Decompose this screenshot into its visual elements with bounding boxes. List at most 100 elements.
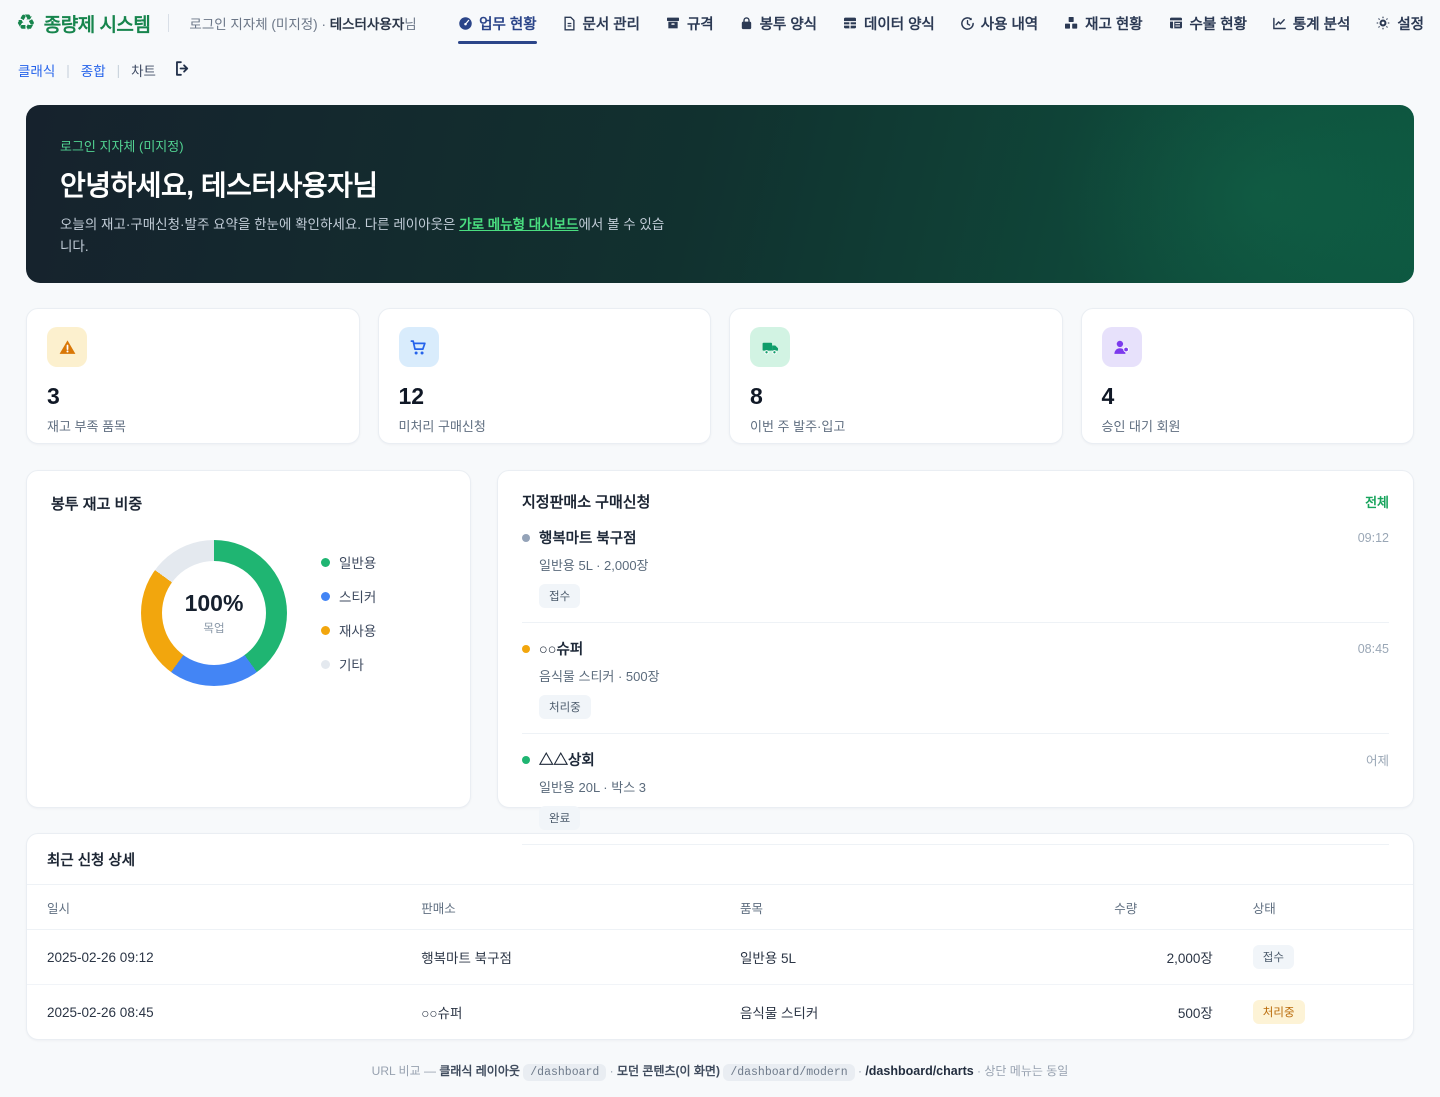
horizontal-dashboard-link[interactable]: 가로 메뉴형 대시보드 (459, 217, 578, 232)
bag-icon (739, 16, 754, 31)
legend-dot (321, 660, 330, 669)
nav-item-inventory-status[interactable]: 재고 현황 (1063, 7, 1142, 40)
login-context-text: 로그인 지자체 (미지정) (189, 17, 317, 32)
subnav-link-classic[interactable]: 클래식 (18, 60, 55, 80)
envelope-stock-chart-card: 봉투 재고 비중 100% 목업 일반용 스티커 (26, 470, 471, 808)
classic-layout-label: 클래식 레이아웃 (439, 1064, 520, 1078)
column-header-item: 품목 (720, 885, 1094, 930)
document-icon (562, 16, 577, 31)
nav-item-usage-history[interactable]: 사용 내역 (960, 7, 1038, 40)
legend-item-general: 일반용 (321, 552, 376, 572)
line-chart-icon (1272, 16, 1287, 31)
stat-card-low-stock: 3 재고 부족 품목 (26, 308, 360, 444)
hero-title: 안녕하세요, 테스터사용자님 (60, 164, 1380, 204)
logout-icon (173, 59, 192, 81)
stat-value: 4 (1102, 383, 1394, 410)
request-detail: 일반용 20L · 박스 3 (539, 777, 1389, 796)
cell-store: 행복마트 북구점 (401, 930, 720, 985)
cell-item: 일반용 5L (720, 930, 1094, 985)
cell-date: 2025-02-26 09:12 (27, 930, 401, 985)
classic-url-chip: /dashboard (523, 1064, 606, 1081)
app-title: 종량제 시스템 (44, 10, 151, 37)
request-time: 08:45 (1358, 642, 1389, 656)
cell-status: 처리중 (1233, 985, 1413, 1040)
legend-item-etc: 기타 (321, 654, 376, 674)
login-context: 로그인 지자체 (미지정) · 테스터사용자님 (189, 13, 416, 33)
nav-item-data-forms[interactable]: 데이터 양식 (842, 7, 935, 40)
recent-requests-table: 일시 판매소 품목 수량 상태 2025-02-26 09:12 행복마트 북구… (27, 885, 1413, 1039)
request-detail: 음식물 스티커 · 500장 (539, 666, 1389, 685)
column-header-qty: 수량 (1094, 885, 1233, 930)
table-row: 2025-02-26 08:45 ○○슈퍼 음식물 스티커 500장 처리중 (27, 985, 1413, 1040)
status-badge: 완료 (539, 806, 580, 830)
brand-area: ♻ 종량제 시스템 로그인 지자체 (미지정) · 테스터사용자님 (16, 10, 417, 37)
nav-item-ledger-status[interactable]: 수불 현황 (1168, 7, 1247, 40)
request-time: 09:12 (1358, 531, 1389, 545)
status-badge: 처리중 (1253, 1000, 1305, 1024)
ledger-icon (1168, 15, 1184, 31)
stat-label: 미처리 구매신청 (399, 416, 691, 435)
legend-item-sticker: 스티커 (321, 586, 376, 606)
nav-item-envelope-forms[interactable]: 봉투 양식 (739, 7, 817, 40)
column-header-store: 판매소 (401, 885, 720, 930)
status-dot (522, 534, 530, 542)
request-list-item: △△상회 어제 일반용 20L · 박스 3 완료 (522, 734, 1389, 845)
status-badge: 처리중 (539, 695, 591, 719)
table-header-row: 일시 판매소 품목 수량 상태 (27, 885, 1413, 930)
request-detail: 일반용 5L · 2,000장 (539, 555, 1389, 574)
donut-center-value: 100% (185, 590, 244, 617)
nav-item-specifications[interactable]: 규격 (665, 7, 714, 40)
nav-item-document-management[interactable]: 문서 관리 (562, 7, 640, 40)
status-badge: 접수 (539, 584, 580, 608)
nav-item-statistics[interactable]: 통계 분석 (1272, 7, 1350, 40)
store-name: ○○슈퍼 (539, 638, 583, 659)
cell-qty: 500장 (1094, 985, 1233, 1040)
modern-url-chip: /dashboard/modern (723, 1064, 854, 1081)
donut-chart: 100% 목업 일반용 스티커 재사용 (51, 540, 446, 686)
divider (168, 14, 169, 32)
legend-item-reuse: 재사용 (321, 620, 376, 640)
hero-eyebrow: 로그인 지자체 (미지정) (60, 136, 1380, 155)
cart-icon (399, 327, 439, 367)
hero-banner: 로그인 지자체 (미지정) 안녕하세요, 테스터사용자님 오늘의 재고·구매신청… (26, 105, 1414, 283)
stat-value: 12 (399, 383, 691, 410)
main-nav: 업무 현황 문서 관리 규격 봉투 양식 데이터 양식 사용 내역 재고 현황 (458, 7, 1424, 40)
cell-store: ○○슈퍼 (401, 985, 720, 1040)
chart-title: 봉투 재고 비중 (51, 493, 446, 514)
top-header: ♻ 종량제 시스템 로그인 지자체 (미지정) · 테스터사용자님 업무 현황 … (0, 0, 1440, 46)
store-name: △△상회 (539, 749, 595, 770)
store-name: 행복마트 북구점 (539, 527, 636, 548)
status-badge: 접수 (1253, 945, 1294, 969)
history-icon (960, 16, 975, 31)
charts-url-text: /dashboard/charts (865, 1064, 973, 1078)
hero-description: 오늘의 재고·구매신청·발주 요약을 한눈에 확인하세요. 다른 레이아웃은 가… (60, 214, 675, 257)
nav-item-work-status[interactable]: 업무 현황 (458, 7, 536, 40)
stat-label: 재고 부족 품목 (47, 416, 339, 435)
purchase-requests-card: 지정판매소 구매신청 전체 행복마트 북구점 09:12 일반용 5L · 2,… (497, 470, 1414, 808)
stat-value: 8 (750, 383, 1042, 410)
recent-requests-table-card: 최근 신청 상세 일시 판매소 품목 수량 상태 2025-02-26 09:1… (26, 833, 1414, 1040)
logout-button[interactable] (173, 59, 192, 81)
request-time: 어제 (1366, 750, 1389, 769)
stat-label: 승인 대기 회원 (1102, 416, 1394, 435)
subnav-link-charts[interactable]: 차트 (131, 60, 156, 80)
chart-legend: 일반용 스티커 재사용 기타 (321, 552, 376, 674)
nav-item-settings[interactable]: 설정 (1375, 7, 1424, 40)
view-all-link[interactable]: 전체 (1365, 492, 1389, 511)
request-list-item: 행복마트 북구점 09:12 일반용 5L · 2,000장 접수 (522, 512, 1389, 623)
user-check-icon (1102, 327, 1142, 367)
purchase-requests-title: 지정판매소 구매신청 (522, 491, 650, 512)
stat-card-weekly-orders: 8 이번 주 발주·입고 (729, 308, 1063, 444)
status-dot (522, 756, 530, 764)
middle-row: 봉투 재고 비중 100% 목업 일반용 스티커 (26, 470, 1414, 808)
donut-wrap: 100% 목업 (141, 540, 287, 686)
table-row: 2025-02-26 09:12 행복마트 북구점 일반용 5L 2,000장 … (27, 930, 1413, 985)
status-dot (522, 645, 530, 653)
cell-qty: 2,000장 (1094, 930, 1233, 985)
column-header-status: 상태 (1233, 885, 1413, 930)
legend-dot (321, 626, 330, 635)
stat-card-pending-purchases: 12 미처리 구매신청 (378, 308, 712, 444)
stat-label: 이번 주 발주·입고 (750, 416, 1042, 435)
modern-content-label: 모던 콘텐츠(이 화면) (617, 1064, 720, 1078)
subnav-link-combined[interactable]: 종합 (81, 60, 106, 80)
